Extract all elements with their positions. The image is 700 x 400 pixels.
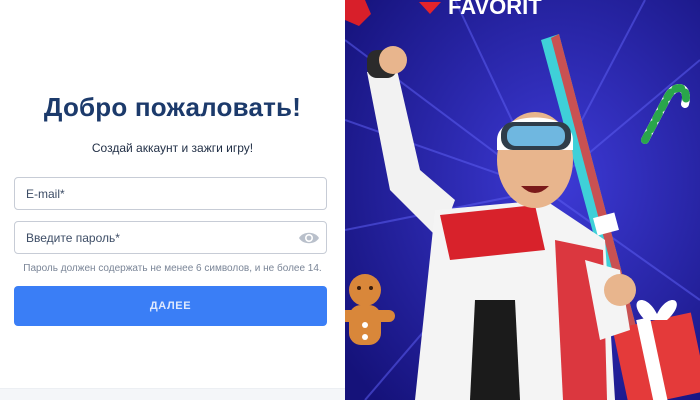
promo-banner: FAVORIT xyxy=(345,0,700,400)
password-field[interactable]: Введите пароль* xyxy=(14,221,327,254)
password-hint: Пароль должен содержать не менее 6 симво… xyxy=(23,263,322,274)
bottom-strip xyxy=(0,388,345,400)
promo-illustration: FAVORIT xyxy=(345,0,700,400)
eye-icon[interactable] xyxy=(298,229,320,247)
welcome-subtitle: Создай аккаунт и зажги игру! xyxy=(91,141,254,155)
password-placeholder: Введите пароль* xyxy=(26,231,120,245)
email-field[interactable]: E-mail* xyxy=(14,177,327,210)
login-panel: Добро пожаловать! Создай аккаунт и зажги… xyxy=(0,0,345,400)
brand-name: FAVORIT xyxy=(448,0,542,19)
next-button[interactable]: ДАЛЕЕ xyxy=(14,286,327,326)
welcome-title: Добро пожаловать! xyxy=(43,92,302,122)
email-placeholder: E-mail* xyxy=(26,187,65,201)
